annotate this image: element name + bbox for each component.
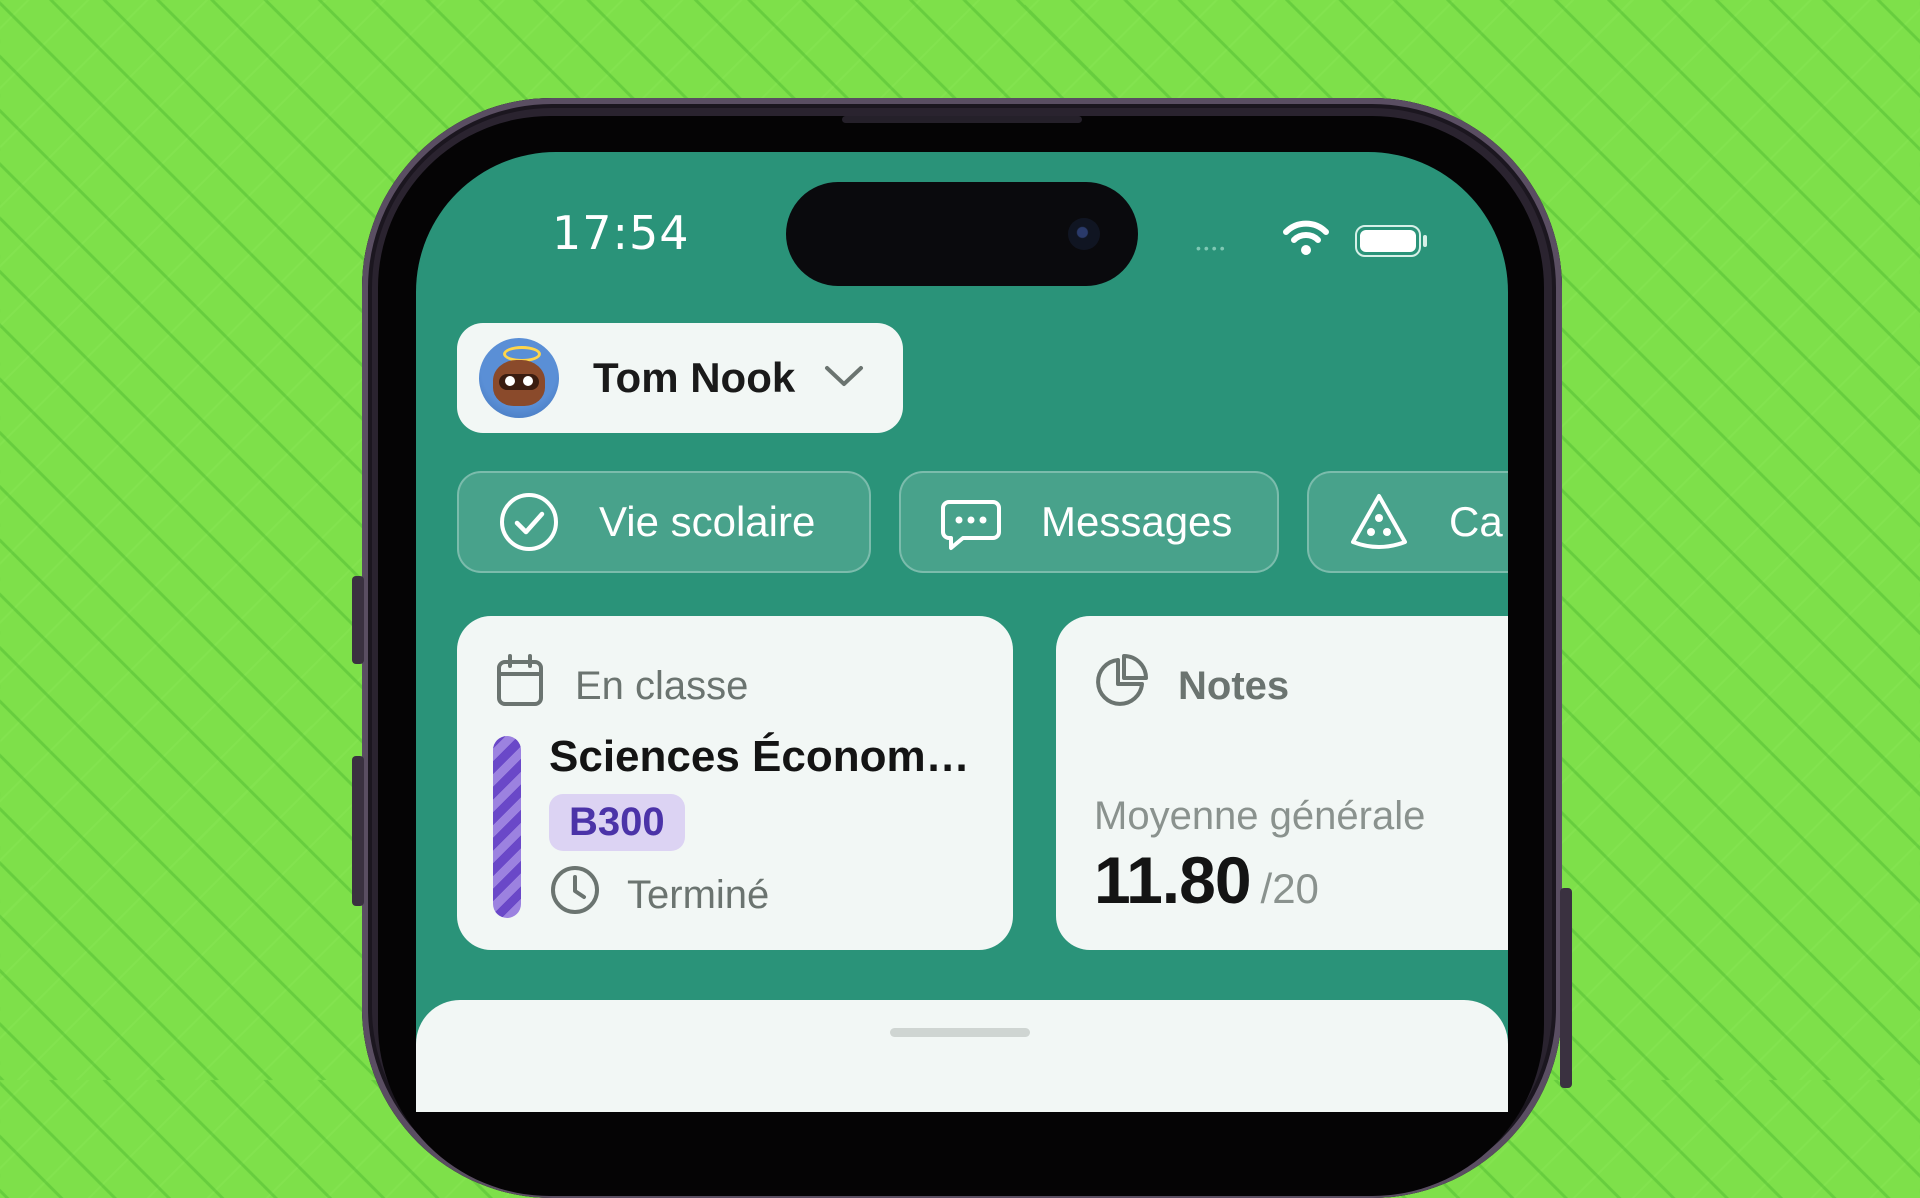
app-screen: 17:54 •••• Tom Nook Vie scolaire Message…	[416, 152, 1508, 1112]
bottom-sheet[interactable]	[416, 1000, 1508, 1112]
dynamic-island	[786, 182, 1138, 286]
notes-header: Notes	[1094, 654, 1289, 718]
volume-up-button	[352, 756, 364, 906]
class-status: Terminé	[627, 872, 770, 917]
pizza-slice-icon	[1347, 490, 1411, 554]
earpiece-speaker	[842, 116, 1082, 123]
average-label: Moyenne générale	[1094, 794, 1426, 838]
average-value-row: 11.80 /20	[1094, 842, 1319, 918]
battery-icon	[1354, 224, 1430, 263]
profile-switcher[interactable]: Tom Nook	[457, 323, 903, 433]
clock-icon	[549, 864, 601, 926]
notes-title: Notes	[1178, 663, 1290, 708]
avatar	[479, 338, 559, 418]
sheet-grabber[interactable]	[890, 1028, 1030, 1037]
action-button	[352, 576, 364, 664]
front-camera-icon	[1068, 218, 1100, 250]
subject-color-bar	[493, 736, 521, 918]
profile-name: Tom Nook	[593, 354, 796, 401]
calendar-icon	[495, 654, 545, 718]
average-value: 11.80	[1094, 843, 1252, 917]
class-status-row: Terminé	[549, 864, 769, 926]
average-scale: /20	[1260, 865, 1319, 912]
signal-dots-icon: ••••	[1196, 240, 1228, 256]
chevron-down-icon	[823, 362, 865, 395]
room-badge: B300	[549, 794, 685, 851]
power-button	[1560, 888, 1572, 1088]
messages-label: Messages	[1041, 498, 1233, 545]
chat-bubble-icon	[939, 490, 1003, 554]
notes-card[interactable]: Notes Moyenne générale 11.80 /20	[1056, 616, 1508, 950]
en-classe-title: En classe	[575, 663, 749, 708]
subject-title: Sciences Économ…	[549, 732, 970, 781]
vie-scolaire-button[interactable]: Vie scolaire	[457, 471, 871, 573]
wifi-icon	[1282, 218, 1330, 263]
messages-button[interactable]: Messages	[899, 471, 1279, 573]
en-classe-header: En classe	[495, 654, 748, 718]
en-classe-card[interactable]: En classe Sciences Économ… B300 Terminé	[457, 616, 1013, 950]
avatar-eye-right	[523, 376, 533, 386]
cantine-label: Ca	[1449, 498, 1503, 545]
vie-scolaire-label: Vie scolaire	[599, 498, 816, 545]
avatar-eye-left	[505, 376, 515, 386]
status-time: 17:54	[552, 206, 690, 260]
cantine-button[interactable]: Ca	[1307, 471, 1508, 573]
check-circle-icon	[497, 490, 561, 554]
pie-chart-icon	[1094, 654, 1148, 718]
